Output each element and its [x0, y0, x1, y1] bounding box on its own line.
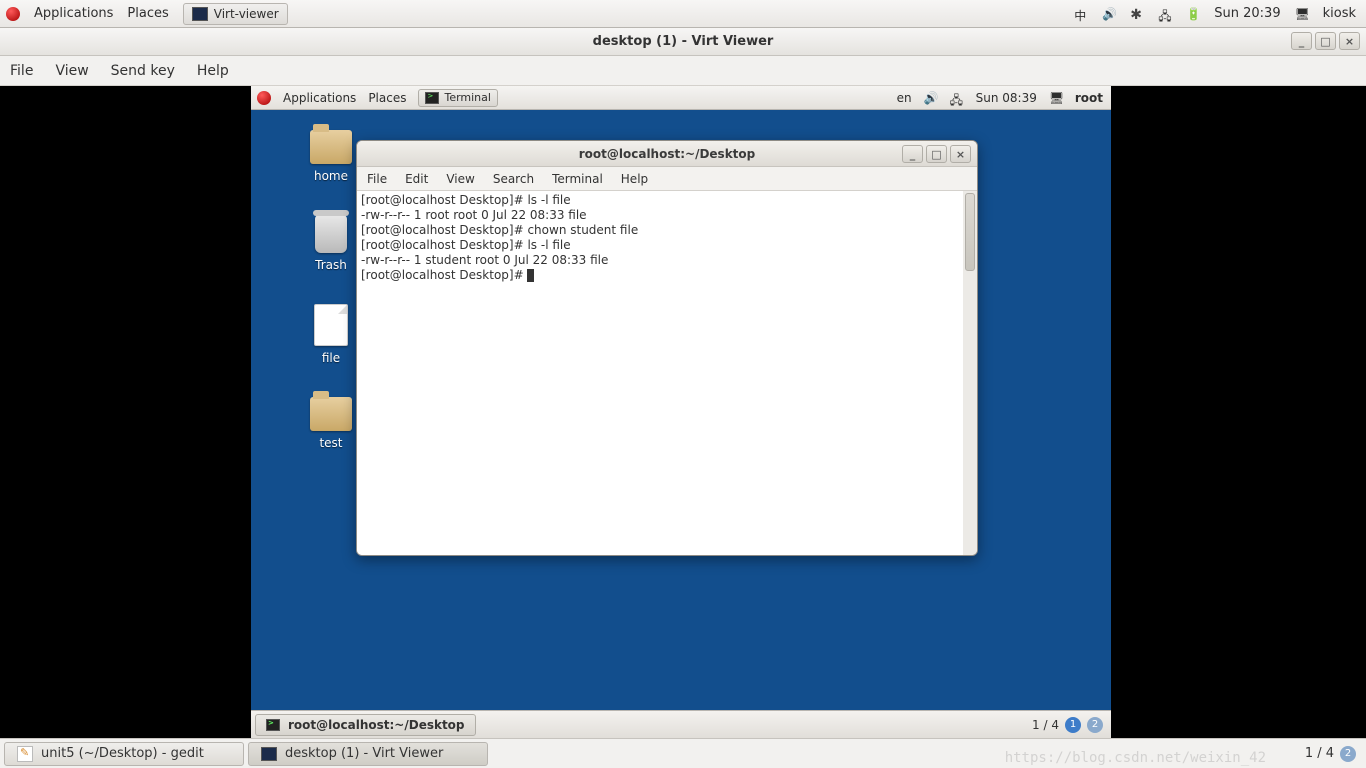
guest-network-icon[interactable] [950, 91, 964, 105]
guest-desktop[interactable]: home Trash file test [251, 110, 1111, 710]
guest-volume-icon[interactable] [924, 91, 938, 105]
guest-user-icon [1049, 91, 1063, 105]
terminal-scrollbar[interactable] [963, 191, 977, 555]
vv-menu-help[interactable]: Help [197, 63, 229, 79]
guest-bottom-panel: root@localhost:~/Desktop 1 / 4 1 2 [251, 710, 1111, 738]
guest-menu-places[interactable]: Places [368, 91, 406, 105]
guest-workspace-1[interactable]: 1 [1065, 717, 1081, 733]
desktop-icon-trash[interactable]: Trash [301, 215, 361, 272]
terminal-icon [425, 92, 439, 104]
terminal-window: root@localhost:~/Desktop _ □ × File Edit… [356, 140, 978, 556]
outer-menu-places[interactable]: Places [127, 6, 168, 21]
outer-workspace-indicator[interactable]: 1 / 4 [1305, 746, 1334, 761]
guest-top-panel: Applications Places Terminal en Sun 08:3… [251, 86, 1111, 110]
virt-viewer-title: desktop (1) - Virt Viewer [593, 34, 774, 49]
desktop-icon-home[interactable]: home [301, 130, 361, 183]
virt-viewer-icon [192, 7, 208, 21]
guest-screen: Applications Places Terminal en Sun 08:3… [251, 86, 1111, 738]
vv-menu-sendkey[interactable]: Send key [111, 63, 175, 79]
terminal-title: root@localhost:~/Desktop [579, 147, 756, 161]
guest-running-app[interactable]: Terminal [418, 89, 498, 107]
guest-clock[interactable]: Sun 08:39 [976, 91, 1037, 105]
outer-running-app[interactable]: Virt-viewer [183, 3, 288, 25]
outer-task-virtviewer[interactable]: desktop (1) - Virt Viewer [248, 742, 488, 766]
watermark: https://blog.csdn.net/weixin_42 [1005, 750, 1266, 766]
virt-viewer-menubar: File View Send key Help [0, 56, 1366, 86]
trash-icon [315, 215, 347, 253]
folder-icon [310, 397, 352, 431]
outer-task-virtviewer-label: desktop (1) - Virt Viewer [285, 746, 443, 761]
terminal-menu-terminal[interactable]: Terminal [552, 172, 603, 186]
terminal-icon [266, 719, 280, 731]
desktop-icon-trash-label: Trash [315, 258, 347, 272]
terminal-titlebar[interactable]: root@localhost:~/Desktop _ □ × [357, 141, 977, 167]
terminal-maximize-button[interactable]: □ [926, 145, 947, 163]
outer-task-gedit[interactable]: unit5 (~/Desktop) - gedit [4, 742, 244, 766]
virt-viewer-titlebar[interactable]: desktop (1) - Virt Viewer _ □ × [0, 28, 1366, 56]
guest-workspace-indicator[interactable]: 1 / 4 [1032, 718, 1059, 732]
guest-user-label[interactable]: root [1075, 91, 1103, 105]
outer-clock[interactable]: Sun 20:39 [1214, 6, 1280, 21]
guest-taskbar-entry-label: root@localhost:~/Desktop [288, 718, 465, 732]
vv-close-button[interactable]: × [1339, 32, 1360, 50]
virt-viewer-window: desktop (1) - Virt Viewer _ □ × File Vie… [0, 28, 1366, 738]
terminal-menu-file[interactable]: File [367, 172, 387, 186]
desktop-icon-file-label: file [322, 351, 340, 365]
terminal-menu-view[interactable]: View [446, 172, 474, 186]
vv-maximize-button[interactable]: □ [1315, 32, 1336, 50]
file-icon [314, 304, 348, 346]
terminal-scrollbar-thumb[interactable] [965, 193, 975, 271]
desktop-icon-file[interactable]: file [301, 304, 361, 365]
user-icon [1295, 7, 1309, 21]
bluetooth-icon[interactable] [1130, 7, 1144, 21]
desktop-icon-test-label: test [319, 436, 342, 450]
vv-menu-view[interactable]: View [55, 63, 88, 79]
outer-task-gedit-label: unit5 (~/Desktop) - gedit [41, 746, 204, 761]
desktop-icon-home-label: home [314, 169, 348, 183]
virt-viewer-display-area[interactable]: Applications Places Terminal en Sun 08:3… [0, 86, 1366, 738]
guest-redhat-icon [257, 91, 271, 105]
gedit-icon [17, 746, 33, 762]
outer-user-label[interactable]: kiosk [1323, 6, 1356, 21]
guest-taskbar-entry-terminal[interactable]: root@localhost:~/Desktop [255, 714, 476, 736]
terminal-body[interactable]: [root@localhost Desktop]# ls -l file-rw-… [357, 191, 963, 555]
virt-viewer-icon [261, 747, 277, 761]
guest-running-app-label: Terminal [444, 91, 491, 104]
terminal-menu-help[interactable]: Help [621, 172, 648, 186]
terminal-menu-edit[interactable]: Edit [405, 172, 428, 186]
input-method-icon[interactable] [1074, 7, 1088, 21]
outer-top-panel: Applications Places Virt-viewer Sun 20:3… [0, 0, 1366, 28]
guest-workspace-2[interactable]: 2 [1087, 717, 1103, 733]
desktop-icon-test[interactable]: test [301, 397, 361, 450]
outer-workspace-2[interactable]: 2 [1340, 746, 1356, 762]
guest-menu-applications[interactable]: Applications [283, 91, 356, 105]
terminal-close-button[interactable]: × [950, 145, 971, 163]
vv-menu-file[interactable]: File [10, 63, 33, 79]
redhat-icon [6, 7, 20, 21]
outer-menu-applications[interactable]: Applications [34, 6, 113, 21]
folder-icon [310, 130, 352, 164]
terminal-menu-search[interactable]: Search [493, 172, 534, 186]
terminal-menubar: File Edit View Search Terminal Help [357, 167, 977, 191]
network-icon[interactable] [1158, 7, 1172, 21]
outer-running-app-label: Virt-viewer [214, 7, 279, 21]
terminal-minimize-button[interactable]: _ [902, 145, 923, 163]
guest-lang-indicator[interactable]: en [897, 91, 912, 105]
volume-icon[interactable] [1102, 7, 1116, 21]
battery-icon[interactable] [1186, 7, 1200, 21]
vv-minimize-button[interactable]: _ [1291, 32, 1312, 50]
